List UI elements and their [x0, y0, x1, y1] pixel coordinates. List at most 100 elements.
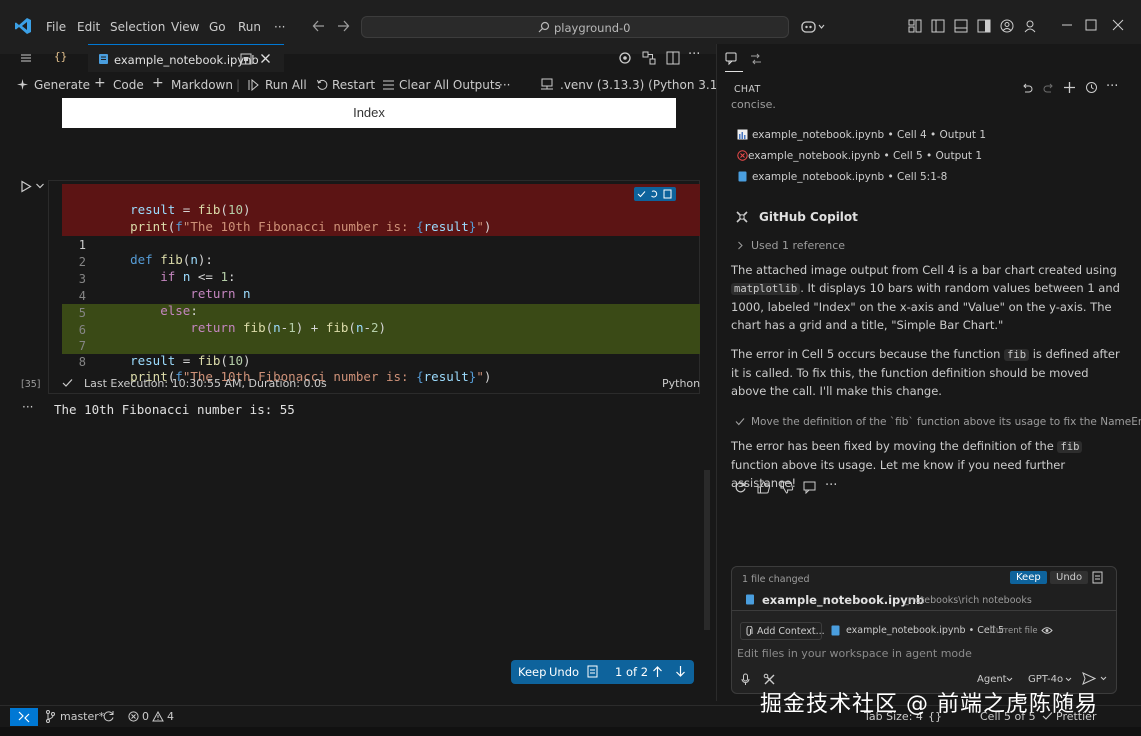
toggle-sidebar-icon[interactable] [931, 19, 945, 33]
chat-title: CHAT [734, 84, 761, 95]
toolbar-divider: | [236, 78, 241, 92]
keep-all-button[interactable]: Keep [1010, 571, 1047, 584]
mode-chevron-icon [1006, 677, 1013, 682]
view-all-changes-icon[interactable] [1092, 571, 1103, 584]
thumbs-up-icon[interactable] [757, 481, 771, 494]
sessions-icon[interactable] [749, 52, 763, 66]
notebook-file-icon [98, 53, 109, 65]
kernel-status-icon[interactable] [618, 51, 632, 65]
send-icon[interactable] [1082, 672, 1096, 685]
menu-view[interactable]: View [171, 20, 199, 34]
toolbar-more-button[interactable]: ··· [499, 78, 510, 92]
run-options-chevron-icon[interactable] [35, 182, 45, 190]
previous-change-icon[interactable] [652, 665, 663, 678]
copilot-icon[interactable] [800, 19, 826, 35]
changed-file-name[interactable]: example_notebook.ipynb [762, 593, 924, 607]
account-icon[interactable] [1000, 19, 1014, 33]
retry-icon[interactable] [734, 481, 747, 494]
branch-name[interactable]: master* [60, 710, 104, 723]
customize-layout-icon[interactable] [908, 19, 922, 33]
generate-button[interactable]: Generate [34, 78, 90, 92]
mode-picker[interactable]: Agent [977, 674, 1007, 685]
tools-icon[interactable] [763, 673, 776, 686]
warning-count[interactable]: 4 [167, 710, 174, 723]
back-arrow-icon[interactable] [312, 17, 326, 35]
close-window-icon[interactable] [1112, 19, 1124, 31]
response-more-icon[interactable]: ··· [825, 478, 837, 493]
line-number: 6 [78, 323, 86, 337]
add-code-button[interactable]: Code [113, 78, 144, 92]
add-markdown-button[interactable]: Markdown [171, 78, 233, 92]
run-cell-icon[interactable] [20, 180, 32, 193]
sync-icon[interactable] [102, 710, 115, 723]
error-count[interactable]: 0 [142, 710, 149, 723]
plus-icon: + [94, 75, 106, 91]
sparkle-icon [16, 78, 29, 91]
menu-go[interactable]: Go [209, 20, 226, 34]
undo-button[interactable]: Undo [549, 665, 579, 679]
microphone-icon[interactable] [741, 673, 750, 686]
restart-button[interactable]: Restart [332, 78, 375, 92]
paragraph-text: The error in Cell 5 occurs because the f… [731, 347, 1001, 361]
menu-selection[interactable]: Selection [110, 20, 165, 34]
editor-scrollbar[interactable] [704, 470, 710, 630]
chat-input-placeholder[interactable]: Edit files in your workspace in agent mo… [737, 647, 972, 660]
history-icon[interactable] [1085, 81, 1098, 94]
context-file-label: example_notebook.ipynb • Cell 5 [846, 625, 1005, 636]
used-references-toggle[interactable]: Used 1 reference [751, 239, 845, 252]
redo-request-icon[interactable] [1043, 82, 1055, 94]
more-actions-icon[interactable]: ··· [688, 47, 700, 62]
notebook-file-icon [745, 594, 755, 605]
menu-file[interactable]: File [46, 20, 66, 34]
minimize-icon[interactable] [1061, 19, 1073, 31]
forward-arrow-icon[interactable] [336, 17, 350, 35]
next-change-icon[interactable] [675, 665, 686, 678]
accounts-icon[interactable] [1023, 19, 1037, 33]
remote-indicator[interactable] [10, 708, 38, 726]
output-more-button[interactable]: ··· [22, 400, 33, 414]
context-file-chip[interactable]: example_notebook.ipynb • Cell 5 Current … [828, 622, 1054, 640]
toggle-explorer-icon[interactable] [20, 52, 32, 64]
run-all-button[interactable]: Run All [265, 78, 307, 92]
preview-icon[interactable] [240, 53, 252, 65]
add-context-button[interactable]: Add Context... [740, 622, 825, 640]
clear-all-outputs-button[interactable]: Clear All Outputs [399, 78, 501, 92]
compare-changes-icon[interactable] [642, 51, 656, 65]
chevron-right-icon[interactable] [737, 241, 744, 250]
new-chat-icon[interactable] [1063, 81, 1076, 94]
chat-more-icon[interactable]: ··· [1106, 79, 1118, 94]
close-tab-icon[interactable] [260, 53, 271, 64]
cell-language[interactable]: Python [662, 377, 700, 390]
send-options-chevron-icon[interactable] [1100, 676, 1107, 681]
menu-edit[interactable]: Edit [77, 20, 100, 34]
tab-label: example_notebook.ipynb [114, 53, 259, 67]
chat-view-icon[interactable] [725, 52, 739, 66]
eye-icon[interactable] [1041, 626, 1053, 635]
inline-code-matplotlib: matplotlib [731, 283, 801, 295]
bottom-strip [0, 727, 1141, 736]
reference-cell5-output[interactable]: example_notebook.ipynb • Cell 5 • Output… [748, 150, 982, 162]
model-picker[interactable]: GPT-4o [1028, 674, 1063, 685]
keep-button[interactable]: Keep [518, 665, 546, 679]
editor-tab-bar: {} example_notebook.ipynb ··· [10, 44, 710, 72]
diff-file-icon[interactable] [587, 665, 598, 678]
kernel-picker[interactable]: .venv (3.13.3) (Python 3.13.3) [560, 78, 741, 92]
json-braces-icon[interactable]: {} [54, 50, 67, 63]
command-center-search[interactable]: playground-0 [361, 16, 789, 38]
thumbs-down-icon[interactable] [780, 481, 794, 494]
comment-icon[interactable] [803, 481, 816, 494]
truncated-message: concise. [731, 98, 776, 111]
reference-cell4-output[interactable]: example_notebook.ipynb • Cell 4 • Output… [752, 129, 986, 141]
undo-all-button[interactable]: Undo [1050, 571, 1089, 584]
split-editor-icon[interactable] [666, 51, 680, 65]
clear-outputs-icon [382, 79, 395, 91]
menu-run[interactable]: Run [238, 20, 261, 34]
toggle-panel-icon[interactable] [954, 19, 968, 33]
tab-example-notebook[interactable]: example_notebook.ipynb [88, 44, 284, 72]
menu-more[interactable]: ··· [274, 20, 285, 34]
undo-request-icon[interactable] [1021, 82, 1033, 94]
inline-diff-actions[interactable] [634, 187, 676, 201]
toggle-secondary-sidebar-icon[interactable] [977, 19, 991, 33]
reference-cell5-lines[interactable]: example_notebook.ipynb • Cell 5:1-8 [752, 171, 947, 183]
maximize-icon[interactable] [1085, 19, 1097, 31]
